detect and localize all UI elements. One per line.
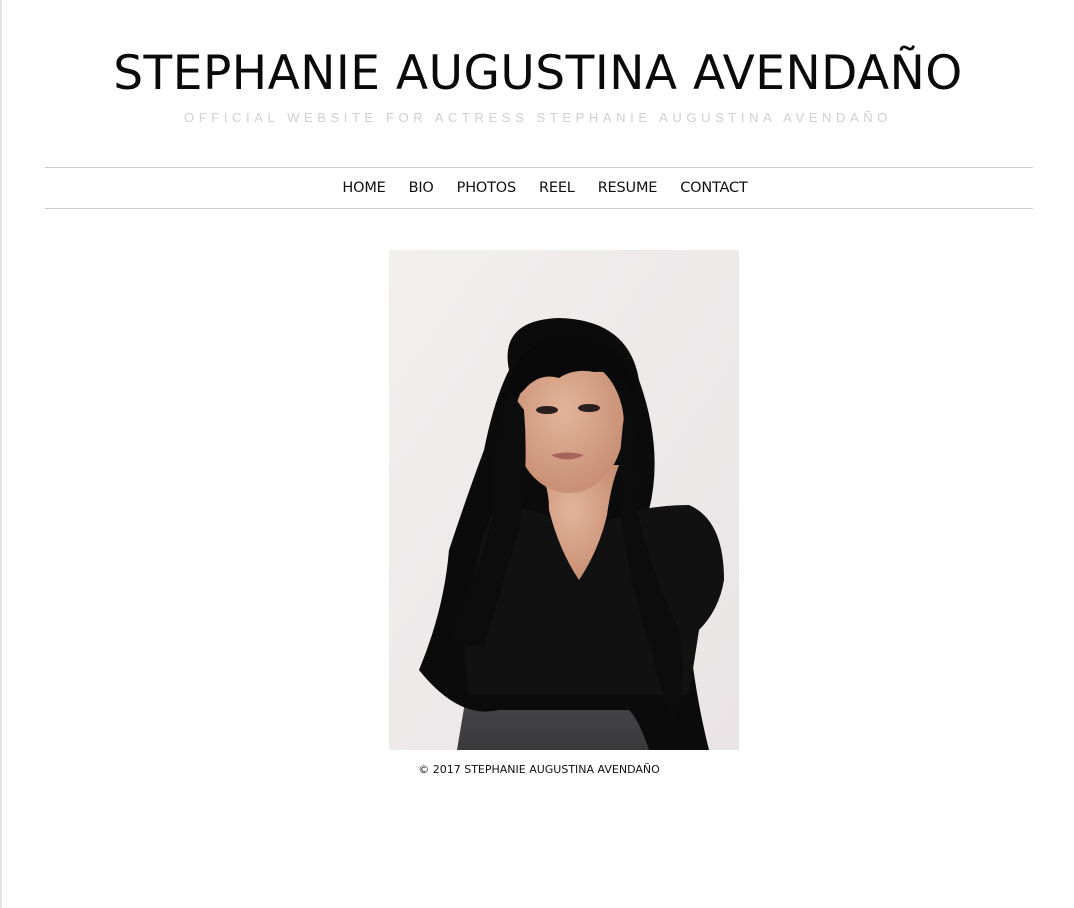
nav-home[interactable]: HOME	[342, 180, 385, 196]
nav-bottom-divider	[45, 208, 1033, 209]
copyright-notice: © 2017 STEPHANIE AUGUSTINA AVENDAÑO	[418, 763, 660, 776]
nav-bio[interactable]: BIO	[409, 180, 434, 196]
headshot-photo	[389, 250, 739, 750]
nav-contact[interactable]: CONTACT	[680, 180, 748, 196]
site-title[interactable]: STEPHANIE AUGUSTINA AVENDAÑO	[0, 44, 1074, 104]
main-navigation: HOME BIO PHOTOS REEL RESUME CONTACT	[45, 168, 1045, 208]
site-tagline: OFFICIAL WEBSITE FOR ACTRESS STEPHANIE A…	[184, 110, 892, 125]
nav-reel[interactable]: REEL	[539, 180, 575, 196]
nav-photos[interactable]: PHOTOS	[457, 180, 517, 196]
nav-resume[interactable]: RESUME	[598, 180, 658, 196]
